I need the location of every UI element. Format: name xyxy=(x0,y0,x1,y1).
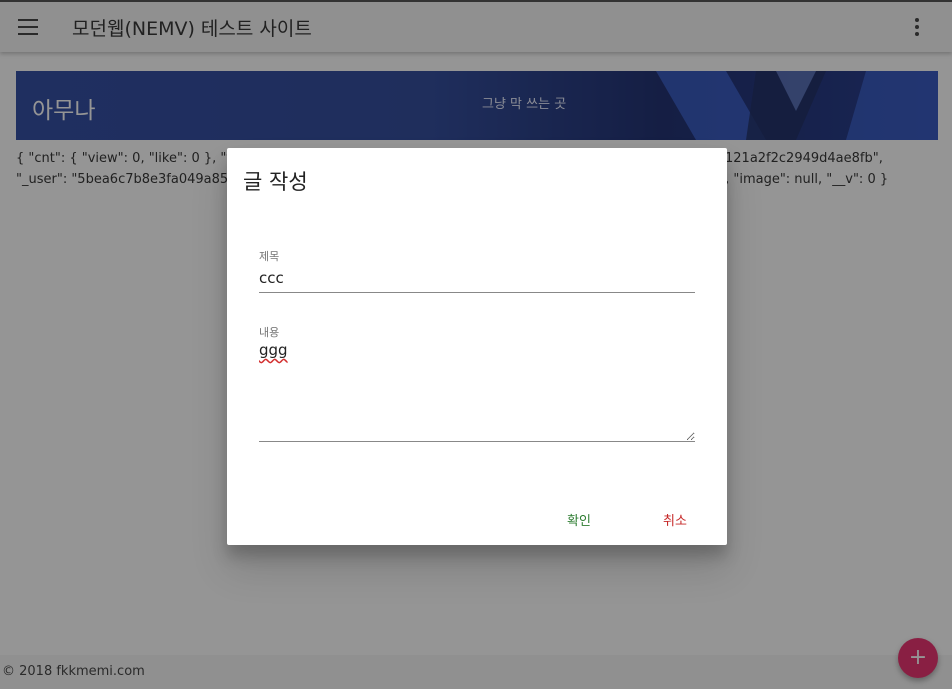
content-textarea[interactable]: ggg xyxy=(259,341,695,442)
title-field-label: 제목 xyxy=(259,250,280,263)
title-input[interactable] xyxy=(259,264,695,293)
write-post-dialog: 글 작성 제목 내용 ggg 확인 취소 xyxy=(227,148,727,545)
dialog-title: 글 작성 xyxy=(243,170,308,194)
confirm-button[interactable]: 확인 xyxy=(567,510,591,529)
content-field-label: 내용 xyxy=(259,326,280,339)
cancel-button[interactable]: 취소 xyxy=(663,510,687,529)
page: 모던웹(NEMV) 테스트 사이트 아무나 그냥 막 쓰는 곳 { "cnt":… xyxy=(0,0,952,689)
